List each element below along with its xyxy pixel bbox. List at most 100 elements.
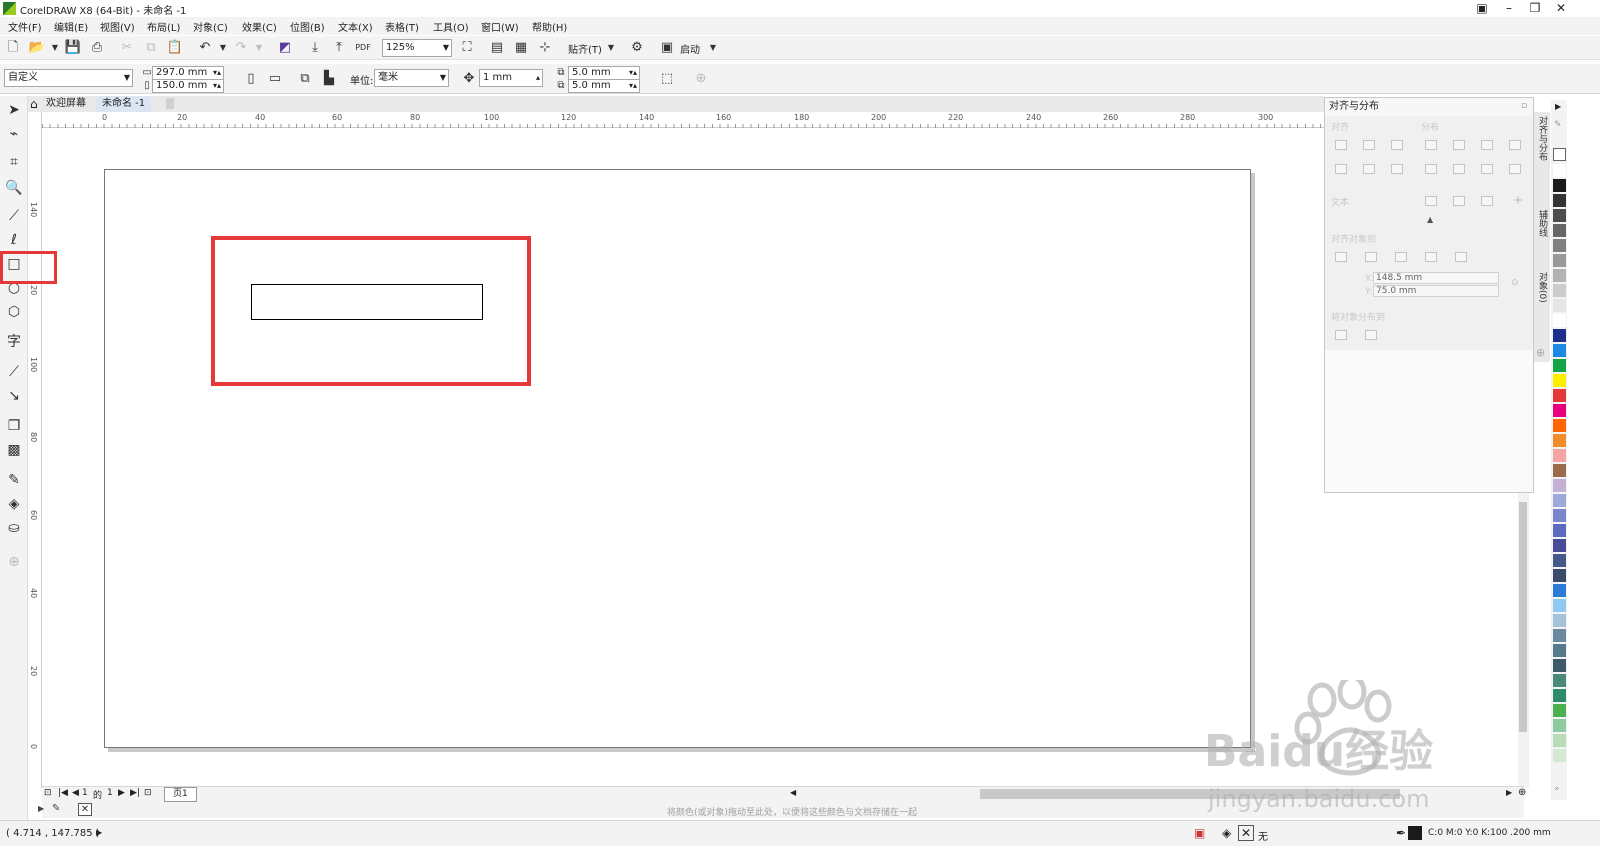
- open-folder-icon[interactable]: 📂: [28, 39, 46, 57]
- color-swatch[interactable]: [1553, 404, 1566, 417]
- align-to-page-edge-icon[interactable]: [1365, 252, 1377, 262]
- color-swatch[interactable]: [1553, 524, 1566, 537]
- align-to-grid-icon[interactable]: [1425, 252, 1437, 262]
- tab-welcome-screen[interactable]: 欢迎屏幕: [40, 96, 92, 112]
- x-coordinate-field[interactable]: 148.5 mm: [1373, 272, 1499, 284]
- color-proofing-icon[interactable]: ▣: [1194, 826, 1205, 840]
- color-swatch[interactable]: [1553, 599, 1566, 612]
- connector-tool-icon[interactable]: ↘: [4, 386, 24, 406]
- snap-to-menu[interactable]: 贴齐(T): [568, 41, 602, 56]
- undo-icon[interactable]: ↶: [196, 39, 214, 57]
- color-swatch[interactable]: [1553, 254, 1566, 267]
- color-swatch[interactable]: [1553, 719, 1566, 732]
- distribute-to-selection-icon[interactable]: [1335, 330, 1347, 340]
- color-swatch[interactable]: [1553, 389, 1566, 402]
- color-swatch[interactable]: [1553, 194, 1566, 207]
- zoom-level-select[interactable]: 125% ▼: [382, 39, 452, 57]
- restore-button[interactable]: ❐: [1523, 0, 1547, 17]
- quick-customize-icon[interactable]: ⊕: [4, 552, 24, 572]
- no-color-swatch[interactable]: [1553, 148, 1566, 161]
- distribute-top-icon[interactable]: [1425, 164, 1437, 174]
- paste-icon[interactable]: 📋: [166, 39, 184, 57]
- launch-menu[interactable]: 启动: [680, 41, 700, 56]
- distribute-spacing-vertical-icon[interactable]: [1481, 164, 1493, 174]
- add-page-before-icon[interactable]: ⊡: [44, 788, 52, 798]
- duplicate-distance-y-field[interactable]: 5.0 mm ▾▴: [568, 79, 640, 93]
- no-fill-swatch-icon[interactable]: ✕: [78, 803, 92, 816]
- page-height-field[interactable]: 150.0 mm ▾▴: [152, 79, 224, 93]
- color-swatch[interactable]: [1553, 299, 1566, 312]
- launch-dropdown-icon[interactable]: ▼: [704, 39, 722, 57]
- spinner-icon[interactable]: ▾▴: [629, 67, 637, 79]
- show-guidelines-icon[interactable]: ⊹: [536, 39, 554, 57]
- menu-table[interactable]: 表格(T): [385, 19, 419, 34]
- align-to-active-object-icon[interactable]: [1335, 252, 1347, 262]
- tab-document[interactable]: 未命名 -1: [96, 96, 152, 112]
- color-swatch[interactable]: [1553, 434, 1566, 447]
- color-swatch[interactable]: [1553, 479, 1566, 492]
- collapse-arrow-icon[interactable]: ▲: [1427, 215, 1433, 224]
- duplicate-distance-x-field[interactable]: 5.0 mm ▾▴: [568, 66, 640, 80]
- color-swatch[interactable]: [1553, 554, 1566, 567]
- align-left-icon[interactable]: [1335, 140, 1347, 150]
- menu-object[interactable]: 对象(C): [193, 19, 228, 34]
- menu-text[interactable]: 文本(X): [338, 19, 373, 34]
- menu-bitmaps[interactable]: 位图(B): [290, 19, 325, 34]
- color-swatch[interactable]: [1553, 734, 1566, 747]
- distribute-center-vertical-icon[interactable]: [1453, 164, 1465, 174]
- distribute-left-icon[interactable]: [1425, 140, 1437, 150]
- interactive-fill-icon[interactable]: ◈: [4, 494, 24, 514]
- color-swatch[interactable]: [1553, 284, 1566, 297]
- treat-as-filled-icon[interactable]: ⬚: [658, 70, 676, 88]
- color-swatch[interactable]: [1553, 329, 1566, 342]
- copy-icon[interactable]: ⧉: [142, 39, 160, 57]
- tab-guidelines[interactable]: 辅助线: [1534, 210, 1550, 237]
- color-swatch[interactable]: [1553, 374, 1566, 387]
- color-swatch[interactable]: [1553, 419, 1566, 432]
- new-document-icon[interactable]: 🗋: [4, 39, 22, 57]
- print-icon[interactable]: ⎙: [88, 39, 106, 57]
- undo-dropdown-icon[interactable]: ▼: [214, 39, 232, 57]
- menu-effects[interactable]: 效果(C): [242, 19, 277, 34]
- freehand-tool-icon[interactable]: ⟋: [4, 206, 24, 226]
- menu-view[interactable]: 视图(V): [100, 19, 135, 34]
- menu-window[interactable]: 窗口(W): [481, 19, 519, 34]
- y-coordinate-field[interactable]: 75.0 mm: [1373, 285, 1499, 297]
- spinner-icon[interactable]: ▴: [536, 70, 540, 86]
- color-swatch[interactable]: [1553, 749, 1566, 762]
- color-swatch[interactable]: [1553, 674, 1566, 687]
- quick-customize-icon[interactable]: ⊕: [692, 70, 710, 88]
- search-content-icon[interactable]: ◩: [276, 39, 294, 57]
- landscape-icon[interactable]: ▭: [266, 70, 284, 88]
- align-right-icon[interactable]: [1391, 140, 1403, 150]
- tab-align-distribute[interactable]: 对齐与分布: [1534, 116, 1550, 161]
- menu-tools[interactable]: 工具(O): [433, 19, 469, 34]
- tab-objects[interactable]: 对象(0): [1534, 272, 1550, 303]
- transparency-tool-icon[interactable]: ▩: [4, 440, 24, 460]
- show-rulers-icon[interactable]: ▤: [488, 39, 506, 57]
- first-page-icon[interactable]: |◀: [58, 788, 68, 798]
- align-to-page-center-icon[interactable]: [1395, 252, 1407, 262]
- color-swatch[interactable]: [1553, 179, 1566, 192]
- parallel-dimension-tool-icon[interactable]: ⟋: [4, 362, 24, 382]
- spinner-icon[interactable]: ▾▴: [213, 67, 221, 79]
- color-swatch[interactable]: [1553, 239, 1566, 252]
- distribute-to-page-icon[interactable]: [1365, 330, 1377, 340]
- export-icon[interactable]: ⤒: [330, 39, 348, 57]
- color-swatch[interactable]: [1553, 659, 1566, 672]
- distribute-bottom-icon[interactable]: [1509, 164, 1521, 174]
- scroll-right-icon[interactable]: ▶: [1506, 788, 1512, 797]
- color-swatch[interactable]: [1553, 359, 1566, 372]
- smart-fill-icon[interactable]: ⛀: [4, 518, 24, 538]
- menu-layout[interactable]: 布局(L): [147, 19, 180, 34]
- align-top-icon[interactable]: [1335, 164, 1347, 174]
- minimize-button[interactable]: –: [1497, 0, 1521, 17]
- publish-pdf-icon[interactable]: PDF: [354, 39, 372, 57]
- new-tab-button[interactable]: [166, 98, 174, 109]
- color-swatch[interactable]: [1553, 644, 1566, 657]
- color-swatch[interactable]: [1553, 314, 1566, 327]
- artistic-media-tool-icon[interactable]: ℓ: [4, 230, 24, 250]
- color-swatch[interactable]: [1553, 344, 1566, 357]
- close-button[interactable]: ✕: [1549, 0, 1573, 17]
- color-swatch[interactable]: [1553, 269, 1566, 282]
